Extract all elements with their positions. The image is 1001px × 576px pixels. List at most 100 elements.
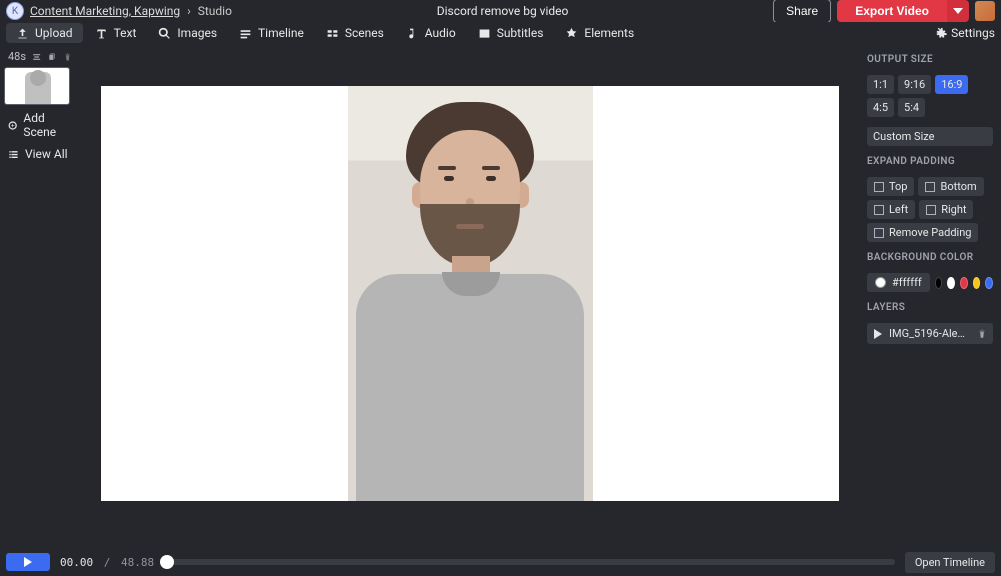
ratio-9-16[interactable]: 9:16 bbox=[898, 75, 931, 94]
breadcrumb-workspace[interactable]: Content Marketing, Kapwing bbox=[30, 4, 180, 18]
tool-timeline[interactable]: Timeline bbox=[229, 23, 314, 43]
scenes-panel: 48s Add Scene View All bbox=[0, 44, 80, 548]
tool-text-label: Text bbox=[114, 26, 137, 40]
remove-padding-label: Remove Padding bbox=[889, 226, 971, 239]
topbar: K Content Marketing, Kapwing › Studio Di… bbox=[0, 0, 1001, 22]
plus-circle-icon bbox=[8, 120, 17, 131]
upload-label: Upload bbox=[35, 26, 73, 40]
export-options-button[interactable] bbox=[947, 0, 969, 22]
add-scene-label: Add Scene bbox=[23, 111, 72, 139]
square-icon bbox=[874, 205, 884, 215]
tool-scenes-label: Scenes bbox=[345, 26, 384, 40]
upload-icon bbox=[16, 27, 29, 40]
ratio-16-9[interactable]: 16:9 bbox=[935, 75, 968, 94]
tool-subtitles-label: Subtitles bbox=[497, 26, 544, 40]
breadcrumb: Content Marketing, Kapwing › Studio bbox=[30, 4, 232, 18]
tool-images-label: Images bbox=[177, 26, 217, 40]
trash-icon[interactable] bbox=[977, 329, 987, 339]
square-icon bbox=[874, 182, 884, 192]
swatch-red[interactable] bbox=[960, 277, 968, 289]
toolbar: Upload Text Images Timeline Scenes Audio… bbox=[0, 22, 1001, 44]
settings-button[interactable]: Settings bbox=[935, 26, 995, 40]
topbar-right: Share Export Video bbox=[773, 0, 995, 23]
main: 48s Add Scene View All bbox=[0, 44, 1001, 548]
canvas-area bbox=[80, 44, 859, 548]
gear-icon bbox=[935, 27, 947, 39]
tool-audio-label: Audio bbox=[425, 26, 456, 40]
topbar-left: K Content Marketing, Kapwing › Studio bbox=[6, 2, 232, 20]
chevron-down-icon bbox=[953, 8, 963, 14]
tool-audio[interactable]: Audio bbox=[396, 23, 466, 43]
tool-scenes[interactable]: Scenes bbox=[316, 23, 394, 43]
scene-duration: 48s bbox=[8, 50, 26, 63]
padding-buttons: Top Bottom Left Right Remove Padding bbox=[867, 177, 993, 242]
time-current: 00.00 bbox=[60, 556, 93, 569]
pad-bottom-label: Bottom bbox=[940, 180, 976, 193]
canvas-media[interactable] bbox=[348, 86, 593, 501]
layers-heading: LAYERS bbox=[867, 302, 993, 313]
tool-elements[interactable]: Elements bbox=[555, 23, 644, 43]
text-icon bbox=[95, 27, 108, 40]
trash-icon[interactable] bbox=[63, 51, 72, 63]
play-icon bbox=[873, 329, 883, 339]
tool-images[interactable]: Images bbox=[148, 23, 227, 43]
layer-item[interactable]: IMG_5196-AleXB-gLr.... bbox=[867, 323, 993, 344]
share-button[interactable]: Share bbox=[773, 0, 831, 23]
aspect-ratio-row: 1:1 9:16 16:9 4:5 5:4 bbox=[867, 75, 993, 117]
view-all-label: View All bbox=[25, 147, 68, 161]
export-video-button[interactable]: Export Video bbox=[837, 0, 947, 22]
search-icon bbox=[158, 27, 171, 40]
bg-swatches: #ffffff bbox=[867, 273, 993, 292]
square-icon bbox=[874, 228, 884, 238]
pad-right[interactable]: Right bbox=[919, 200, 973, 219]
add-scene-button[interactable]: Add Scene bbox=[4, 109, 76, 141]
audio-icon bbox=[406, 27, 419, 40]
user-avatar[interactable] bbox=[975, 1, 995, 21]
pad-left-label: Left bbox=[889, 203, 908, 216]
background-color-heading: BACKGROUND COLOR bbox=[867, 252, 993, 263]
kapwing-logo-icon[interactable]: K bbox=[6, 2, 24, 20]
pad-left[interactable]: Left bbox=[867, 200, 915, 219]
upload-button[interactable]: Upload bbox=[6, 23, 83, 43]
timeline-icon bbox=[239, 27, 252, 40]
custom-size-button[interactable]: Custom Size bbox=[867, 127, 993, 146]
tool-timeline-label: Timeline bbox=[258, 26, 304, 40]
copy-icon[interactable] bbox=[47, 51, 56, 63]
scene-thumbnail[interactable] bbox=[4, 67, 70, 105]
ratio-5-4[interactable]: 5:4 bbox=[898, 98, 925, 117]
playback-track[interactable] bbox=[164, 559, 895, 565]
tool-text[interactable]: Text bbox=[85, 23, 147, 43]
view-all-button[interactable]: View All bbox=[4, 145, 76, 163]
play-button[interactable] bbox=[6, 553, 50, 571]
open-timeline-button[interactable]: Open Timeline bbox=[905, 552, 995, 573]
scenes-icon bbox=[326, 27, 339, 40]
bg-hex-chip[interactable]: #ffffff bbox=[867, 273, 930, 292]
play-icon bbox=[23, 557, 33, 567]
swatch-black[interactable] bbox=[935, 277, 943, 289]
time-display: 00.00 / 48.88 bbox=[60, 556, 154, 569]
playback-handle[interactable] bbox=[160, 555, 174, 569]
project-title[interactable]: Discord remove bg video bbox=[437, 4, 569, 18]
subtitles-icon bbox=[478, 27, 491, 40]
playback-bar: 00.00 / 48.88 Open Timeline bbox=[0, 548, 1001, 576]
pad-right-label: Right bbox=[941, 203, 966, 216]
tool-subtitles[interactable]: Subtitles bbox=[468, 23, 554, 43]
remove-padding[interactable]: Remove Padding bbox=[867, 223, 978, 242]
ratio-1-1[interactable]: 1:1 bbox=[867, 75, 894, 94]
elements-icon bbox=[565, 27, 578, 40]
align-icon[interactable] bbox=[32, 51, 41, 63]
pad-bottom[interactable]: Bottom bbox=[918, 177, 983, 196]
time-sep: / bbox=[104, 556, 111, 569]
pad-top[interactable]: Top bbox=[867, 177, 914, 196]
square-icon bbox=[926, 205, 936, 215]
bg-current-swatch bbox=[875, 277, 886, 288]
swatch-yellow[interactable] bbox=[973, 277, 981, 289]
square-icon bbox=[925, 182, 935, 192]
swatch-blue[interactable] bbox=[985, 277, 993, 289]
time-total: 48.88 bbox=[121, 556, 154, 569]
swatch-white[interactable] bbox=[947, 277, 955, 289]
video-canvas[interactable] bbox=[101, 86, 839, 501]
settings-label: Settings bbox=[951, 26, 995, 40]
pad-top-label: Top bbox=[889, 180, 907, 193]
ratio-4-5[interactable]: 4:5 bbox=[867, 98, 894, 117]
